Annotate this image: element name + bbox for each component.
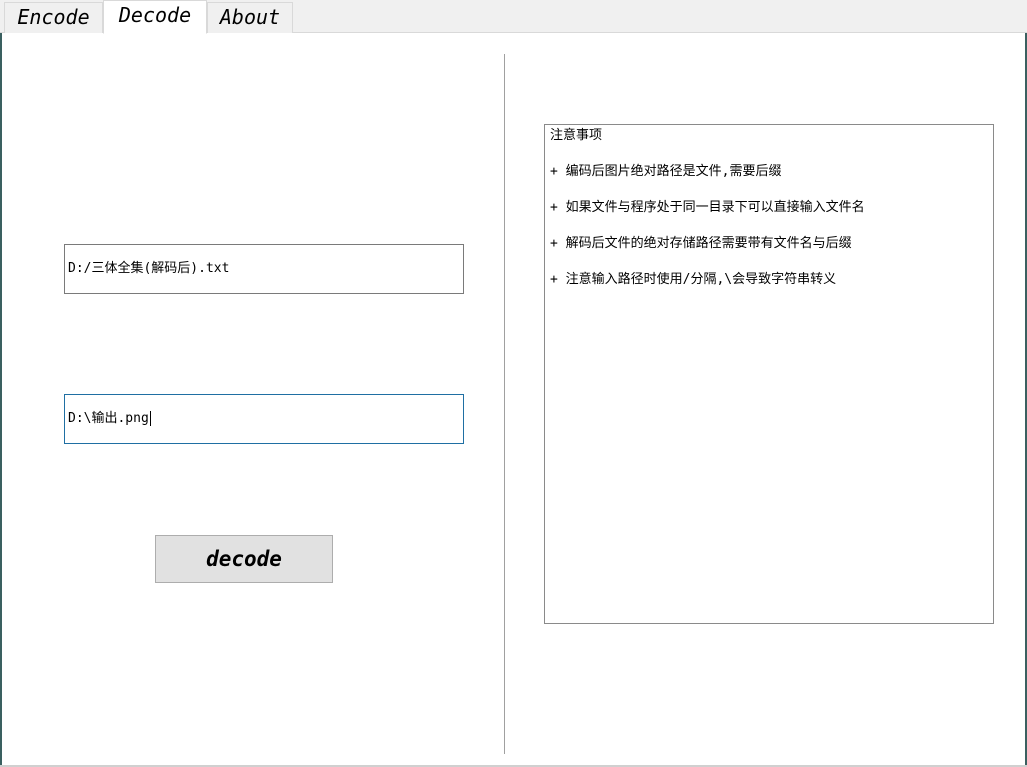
tab-decode[interactable]: Decode xyxy=(103,0,207,34)
panel-divider xyxy=(504,54,505,754)
note-item: + 解码后文件的绝对存储路径需要带有文件名与后缀 xyxy=(550,236,852,251)
note-item: + 如果文件与程序处于同一目录下可以直接输入文件名 xyxy=(550,200,865,215)
notes-textbox[interactable]: 注意事项 + 编码后图片绝对路径是文件,需要后缀 + 如果文件与程序处于同一目录… xyxy=(544,124,994,624)
tab-about[interactable]: About xyxy=(207,2,293,33)
source-path-input[interactable]: D:/三体全集(解码后).txt xyxy=(64,244,464,294)
text-caret xyxy=(149,411,151,426)
note-item: + 编码后图片绝对路径是文件,需要后缀 xyxy=(550,164,782,179)
source-path-value: D:/三体全集(解码后).txt xyxy=(68,261,230,276)
tab-encode[interactable]: Encode xyxy=(4,2,103,33)
note-item: + 注意输入路径时使用/分隔,\会导致字符串转义 xyxy=(550,272,837,287)
output-path-input[interactable]: D:\输出.png xyxy=(64,394,464,444)
window-left-border xyxy=(0,33,2,767)
output-path-value: D:\输出.png xyxy=(68,411,149,426)
app-window: Encode Decode About D:/三体全集(解码后).txt D:\… xyxy=(0,0,1027,767)
tab-bar: Encode Decode About xyxy=(0,0,1027,34)
decode-button[interactable]: decode xyxy=(155,535,333,583)
notes-title: 注意事项 xyxy=(550,128,603,143)
